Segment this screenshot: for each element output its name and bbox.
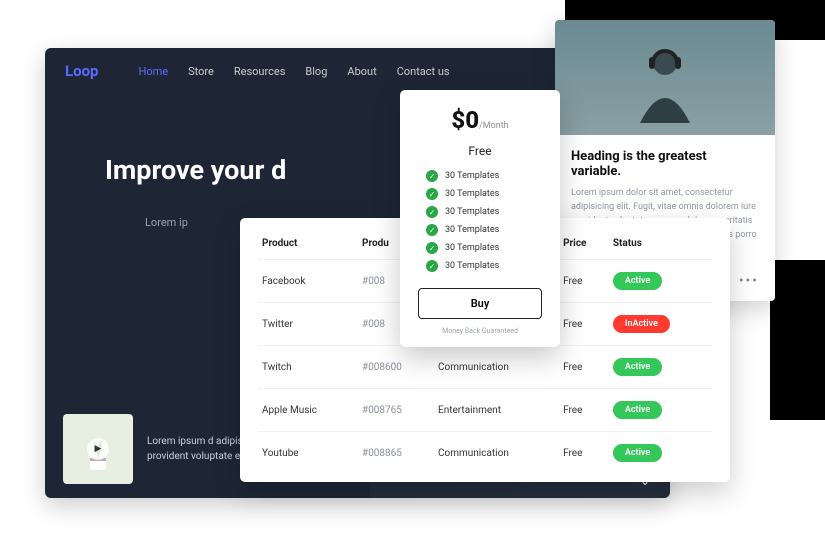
col-status: Status bbox=[609, 232, 712, 260]
price-unit: /Month bbox=[479, 121, 509, 131]
nav-resources[interactable]: Resources bbox=[234, 65, 286, 78]
cell-status: Active bbox=[609, 346, 712, 389]
nav-store[interactable]: Store bbox=[188, 65, 214, 78]
cell-id: #008765 bbox=[358, 389, 434, 432]
cell-id: #008600 bbox=[358, 346, 434, 389]
pricing-card: $0/Month Free ✓ 30 Templates ✓ 30 Templates… bbox=[400, 90, 560, 347]
cell-price: Free bbox=[559, 389, 609, 432]
feature-label: 30 Templates bbox=[445, 189, 499, 199]
status-badge: Active bbox=[613, 272, 662, 290]
cell-product: Facebook bbox=[258, 260, 358, 303]
cell-price: Free bbox=[559, 432, 609, 475]
cell-category: Communication bbox=[434, 346, 559, 389]
check-icon: ✓ bbox=[426, 206, 438, 218]
feature-label: 30 Templates bbox=[445, 171, 499, 181]
nav-contact[interactable]: Contact us bbox=[397, 65, 450, 78]
col-price: Price bbox=[559, 232, 609, 260]
feature-item: ✓ 30 Templates bbox=[418, 206, 542, 218]
feature-item: ✓ 30 Templates bbox=[418, 260, 542, 272]
cell-status: Active bbox=[609, 260, 712, 303]
check-icon: ✓ bbox=[426, 188, 438, 200]
status-badge: Active bbox=[613, 444, 662, 462]
check-icon: ✓ bbox=[426, 170, 438, 182]
cell-status: Active bbox=[609, 432, 712, 475]
cell-category: Entertainment bbox=[434, 389, 559, 432]
feature-label: 30 Templates bbox=[445, 261, 499, 271]
nav-home[interactable]: Home bbox=[139, 65, 169, 78]
cell-category: Communication bbox=[434, 432, 559, 475]
status-badge: InActive bbox=[613, 315, 670, 333]
cell-status: Active bbox=[609, 389, 712, 432]
feature-item: ✓ 30 Templates bbox=[418, 224, 542, 236]
cell-status: InActive bbox=[609, 303, 712, 346]
check-icon: ✓ bbox=[426, 224, 438, 236]
table-row[interactable]: Youtube#008865CommunicationFreeActive bbox=[258, 432, 712, 475]
feature-label: 30 Templates bbox=[445, 207, 499, 217]
buy-button[interactable]: Buy bbox=[418, 288, 542, 319]
cell-product: Twitch bbox=[258, 346, 358, 389]
table-row[interactable]: Apple Music#008765EntertainmentFreeActiv… bbox=[258, 389, 712, 432]
check-icon: ✓ bbox=[426, 242, 438, 254]
play-icon[interactable]: ▶ bbox=[87, 438, 109, 460]
cell-price: Free bbox=[559, 303, 609, 346]
feature-item: ✓ 30 Templates bbox=[418, 242, 542, 254]
col-product: Product bbox=[258, 232, 358, 260]
price-amount: $0 bbox=[451, 106, 479, 134]
article-image bbox=[555, 20, 775, 135]
feature-label: 30 Templates bbox=[445, 243, 499, 253]
nav-blog[interactable]: Blog bbox=[305, 65, 327, 78]
feature-item: ✓ 30 Templates bbox=[418, 188, 542, 200]
cell-product: Youtube bbox=[258, 432, 358, 475]
brand-logo[interactable]: Loop bbox=[65, 62, 99, 80]
feature-item: ✓ 30 Templates bbox=[418, 170, 542, 182]
status-badge: Active bbox=[613, 401, 662, 419]
plan-name: Free bbox=[418, 144, 542, 158]
cell-product: Twitter bbox=[258, 303, 358, 346]
article-heading: Heading is the greatest variable. bbox=[571, 149, 759, 179]
cell-price: Free bbox=[559, 346, 609, 389]
price: $0/Month bbox=[418, 106, 542, 134]
person-headphones-icon bbox=[620, 33, 710, 123]
cell-price: Free bbox=[559, 260, 609, 303]
cell-product: Apple Music bbox=[258, 389, 358, 432]
nav-about[interactable]: About bbox=[347, 65, 376, 78]
status-badge: Active bbox=[613, 358, 662, 376]
check-icon: ✓ bbox=[426, 260, 438, 272]
decor-bottom-right bbox=[770, 260, 825, 420]
table-row[interactable]: Twitch#008600CommunicationFreeActive bbox=[258, 346, 712, 389]
guarantee-text: Money Back Guaranteed bbox=[418, 327, 542, 335]
feature-label: 30 Templates bbox=[445, 225, 499, 235]
video-thumb[interactable]: ▶ bbox=[63, 414, 133, 484]
cell-id: #008865 bbox=[358, 432, 434, 475]
